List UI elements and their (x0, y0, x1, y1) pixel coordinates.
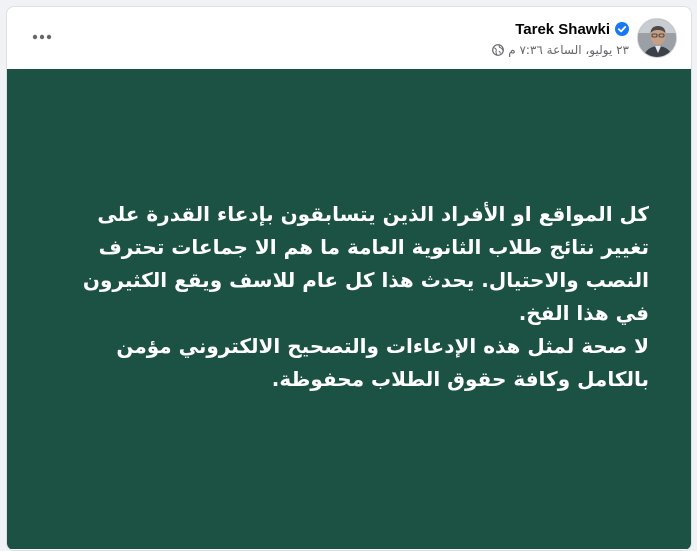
post-text: كل المواقع او الأفراد الذين يتسابقون بإد… (82, 202, 649, 391)
post-timestamp[interactable]: ٢٣ يوليو، الساعة ٧:٣٦ م (508, 43, 629, 57)
post-card: Tarek Shawki ٢٣ يوليو، الساعة ٧:٣٦ م كل … (6, 6, 692, 551)
post-meta: ٢٣ يوليو، الساعة ٧:٣٦ م (492, 41, 629, 59)
author-block: Tarek Shawki ٢٣ يوليو، الساعة ٧:٣٦ م (492, 19, 629, 59)
author-name[interactable]: Tarek Shawki (515, 21, 610, 38)
profile-photo (638, 19, 676, 57)
author-row: Tarek Shawki (492, 19, 629, 39)
post-header: Tarek Shawki ٢٣ يوليو، الساعة ٧:٣٦ م (7, 7, 691, 69)
globe-icon[interactable] (492, 44, 505, 56)
post-body: كل المواقع او الأفراد الذين يتسابقون بإد… (7, 69, 691, 549)
more-options-button[interactable] (25, 25, 59, 49)
verified-badge-icon (615, 22, 629, 36)
more-options-icon (32, 34, 52, 40)
avatar[interactable] (637, 18, 677, 58)
